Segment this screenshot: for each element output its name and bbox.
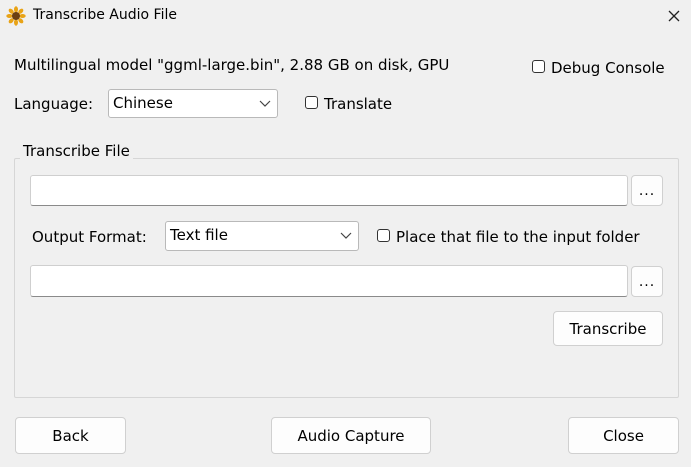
input-file-field[interactable]: [30, 175, 628, 206]
output-file-browse-button[interactable]: ...: [631, 266, 663, 297]
place-in-input-folder-label[interactable]: Place that file to the input folder: [396, 228, 640, 246]
chevron-down-icon: [340, 232, 352, 239]
close-button-label: Close: [603, 426, 644, 445]
debug-console-checkbox[interactable]: [532, 60, 545, 73]
language-dropdown[interactable]: Chinese: [108, 89, 278, 118]
chevron-down-icon: [259, 100, 271, 107]
translate-label[interactable]: Translate: [324, 95, 392, 113]
output-format-dropdown[interactable]: Text file: [165, 221, 359, 251]
transcribe-file-group-title: Transcribe File: [20, 142, 133, 160]
input-file-browse-button[interactable]: ...: [631, 175, 663, 206]
debug-console-label[interactable]: Debug Console: [551, 59, 665, 77]
browse-label: ...: [638, 273, 656, 290]
close-button[interactable]: Close: [568, 417, 679, 454]
language-selected: Chinese: [113, 94, 173, 112]
back-button[interactable]: Back: [15, 417, 126, 454]
audio-capture-button[interactable]: Audio Capture: [271, 417, 431, 454]
transcribe-button[interactable]: Transcribe: [553, 311, 663, 346]
window-title: Transcribe Audio File: [33, 7, 177, 23]
language-label: Language:: [14, 95, 94, 113]
browse-label: ...: [638, 182, 656, 199]
output-file-field[interactable]: [30, 265, 628, 297]
back-button-label: Back: [52, 426, 89, 445]
audio-capture-button-label: Audio Capture: [297, 426, 405, 445]
title-bar: Transcribe Audio File: [0, 0, 691, 32]
place-in-input-folder-checkbox[interactable]: [377, 229, 390, 242]
transcribe-button-label: Transcribe: [569, 319, 647, 338]
model-info: Multilingual model "ggml-large.bin", 2.8…: [14, 56, 450, 74]
output-format-selected: Text file: [170, 226, 228, 244]
sunflower-icon: [6, 6, 26, 26]
output-format-label: Output Format:: [32, 228, 147, 246]
translate-checkbox[interactable]: [305, 96, 318, 109]
close-icon[interactable]: [660, 3, 688, 29]
